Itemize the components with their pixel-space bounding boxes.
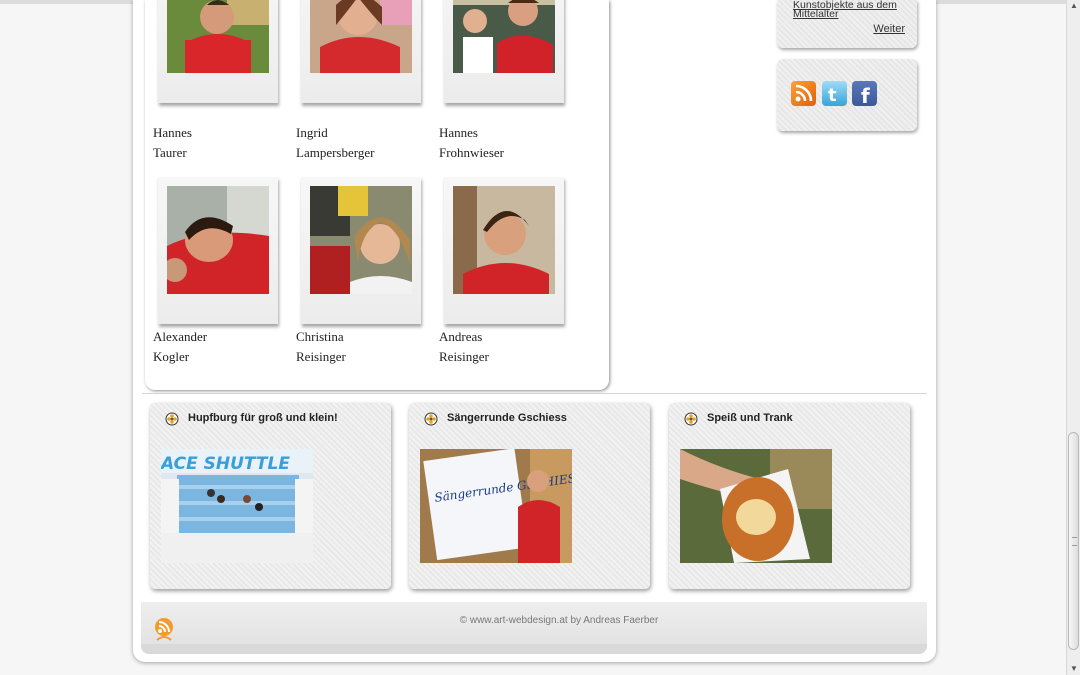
polaroid-frame [301, 177, 421, 324]
copyright-text: © www.art-webdesign.at by Andreas Faerbe… [459, 615, 659, 626]
section-divider [142, 393, 927, 394]
polaroid-frame [444, 0, 564, 103]
flower-icon [684, 412, 698, 426]
alexander-kogler-photo[interactable] [167, 186, 269, 294]
choir-sign-photo[interactable]: Sängerrunde GSCHIESS [420, 449, 572, 563]
feature-box[interactable]: Hupfburg für groß und klein! ACE SHUTTLE [150, 403, 391, 589]
scroll-up-arrow-icon[interactable]: ▲ [1067, 0, 1080, 12]
scrollbar-thumb[interactable] [1068, 432, 1079, 650]
member-name: Hannes Taurer [153, 125, 192, 160]
member-name: Ingrid Lampersberger [296, 125, 375, 160]
member-name: Christina Reisinger [296, 329, 346, 364]
scroll-down-arrow-icon[interactable]: ▼ [1067, 663, 1080, 675]
feature-title[interactable]: Speiß und Trank [707, 412, 793, 424]
rss-icon[interactable] [791, 81, 816, 106]
polaroid-frame [301, 0, 421, 103]
footer: © www.art-webdesign.at by Andreas Faerbe… [141, 602, 927, 654]
hannes-taurer-photo[interactable] [167, 0, 269, 73]
food-photo[interactable] [680, 449, 832, 563]
svg-text:f: f [861, 84, 870, 106]
andreas-reisinger-photo[interactable] [453, 186, 555, 294]
polaroid-frame [158, 177, 278, 324]
hannes-frohnwieser-photo[interactable] [453, 0, 555, 73]
member-name: Alexander Kogler [153, 329, 208, 364]
feature-title[interactable]: Hupfburg für groß und klein! [188, 412, 338, 424]
member-name: Hannes Frohnwieser [439, 125, 504, 160]
grip-icon [1072, 537, 1077, 546]
member-name: Andreas Reisinger [439, 329, 489, 364]
more-link[interactable]: Weiter [873, 23, 905, 35]
page-wrapper: Hannes Taurer Ingrid Lampersberger Hanne… [133, 0, 936, 662]
christina-reisinger-photo[interactable] [310, 186, 412, 294]
twitter-icon[interactable]: t [822, 81, 847, 106]
feature-box[interactable]: Sängerrunde Gschiess Sängerrunde GSCHIES… [409, 403, 650, 589]
feature-title[interactable]: Sängerrunde Gschiess [447, 412, 567, 424]
feature-box[interactable]: Speiß und Trank [669, 403, 910, 589]
news-link[interactable]: Mittelalter [793, 9, 839, 20]
svg-text:t: t [828, 85, 837, 106]
team-gallery: Hannes Taurer Ingrid Lampersberger Hanne… [145, 0, 609, 390]
footer-bar [141, 644, 927, 654]
flower-icon [165, 412, 179, 426]
polaroid-frame [158, 0, 278, 103]
bouncy-castle-banner-text: ACE SHUTTLE [161, 454, 290, 474]
bouncy-castle-photo[interactable]: ACE SHUTTLE [161, 449, 313, 563]
facebook-icon[interactable]: f [852, 81, 877, 106]
polaroid-frame [444, 177, 564, 324]
ingrid-lampersberger-photo[interactable] [310, 0, 412, 73]
social-box: t f [777, 59, 917, 131]
news-box: Kunstobjekte aus dem Mittelalter Weiter [777, 0, 917, 48]
vertical-scrollbar[interactable]: ▲ ▼ [1066, 0, 1080, 675]
flower-icon [424, 412, 438, 426]
